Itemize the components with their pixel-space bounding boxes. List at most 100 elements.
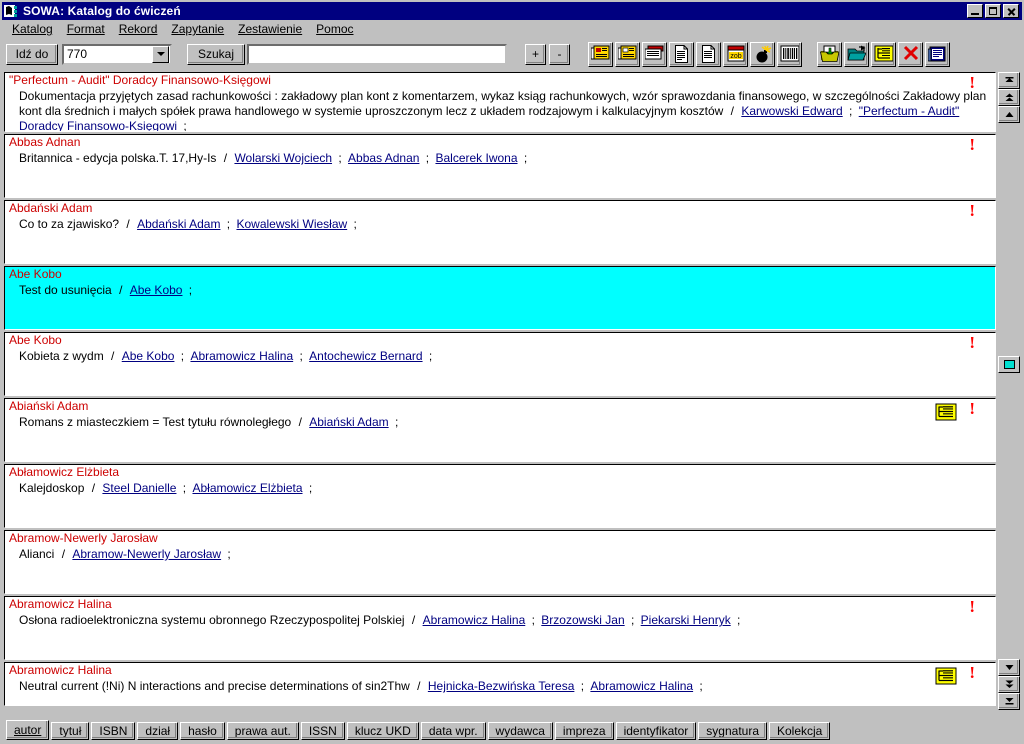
record-author-link[interactable]: Karwowski Edward (741, 104, 842, 118)
record-author-link[interactable]: Brzozowski Jan (541, 613, 624, 627)
record-author-link[interactable]: Abe Kobo (122, 349, 175, 363)
record-tree-list-icon[interactable] (935, 403, 957, 421)
record-author-link[interactable]: Kowalewski Wiesław (236, 217, 347, 231)
record-item[interactable]: Abramowicz Halina Osłona radioelektronicz… (4, 596, 996, 660)
record-alert-icon: ! (969, 201, 975, 220)
maximize-button[interactable] (985, 4, 1001, 18)
goto-button[interactable]: Idź do (6, 43, 58, 65)
record-author-link[interactable]: Steel Danielle (102, 481, 176, 495)
record-item[interactable]: Abdański Adam Co to za zjawisko? / Abdańs… (4, 200, 996, 264)
tab-has-o[interactable]: hasło (180, 722, 225, 740)
tab-isbn[interactable]: ISBN (91, 722, 136, 740)
search-input[interactable] (247, 43, 507, 65)
record-item[interactable]: Abramowicz Halina Neutral current (!Ni) N… (4, 662, 996, 706)
menu-item-format[interactable]: Format (61, 21, 113, 37)
record-body: Osłona radioelektroniczna systemu obronn… (5, 611, 995, 628)
record-author-link[interactable]: Wolarski Wojciech (234, 151, 332, 165)
record-item[interactable]: Abe Kobo Test do usunięcia / Abe Kobo ; (4, 266, 996, 330)
scroll-top-icon[interactable] (998, 72, 1020, 89)
tab-wydawca[interactable]: wydawca (487, 722, 553, 740)
record-tree-list-icon[interactable] (935, 667, 957, 685)
record-author-link[interactable]: Antochewicz Bernard (309, 349, 422, 363)
close-button[interactable] (1003, 4, 1019, 18)
record-author-link[interactable]: Abramow-Newerly Jarosław (72, 547, 221, 561)
increase-button[interactable]: + (525, 43, 546, 65)
record-item[interactable]: Abiański Adam Romans z miasteczkiem = Tes… (4, 398, 996, 462)
minimize-button[interactable] (967, 4, 983, 18)
goto-combo[interactable]: 770 (62, 43, 172, 65)
tree-list-icon[interactable] (871, 41, 896, 67)
delete-red-x-icon[interactable] (898, 41, 923, 67)
record-item[interactable]: Abłamowicz Elżbieta Kalejdoskop / Steel D… (4, 464, 996, 528)
tab-kolekcja[interactable]: Kolekcja (769, 722, 831, 740)
tab-data-wpr-[interactable]: data wpr. (420, 722, 486, 740)
scroll-down-icon[interactable] (998, 659, 1020, 676)
document-lines-icon[interactable] (696, 41, 721, 67)
record-author-link[interactable]: Piekarski Henryk (641, 613, 731, 627)
author-separator: ; (305, 481, 313, 495)
zob-reference-icon[interactable]: zob (723, 41, 748, 67)
tab-issn[interactable]: ISSN (300, 722, 345, 740)
books-icon[interactable] (925, 41, 950, 67)
menu-item-rekord[interactable]: Rekord (113, 21, 166, 37)
menu-item-pomoc[interactable]: Pomoc (310, 21, 361, 37)
tab-dzia-[interactable]: dział (137, 722, 179, 740)
record-author-link[interactable]: Balcerek Iwona (435, 151, 517, 165)
record-author-link[interactable]: Abiański Adam (309, 415, 388, 429)
author-separator: ; (179, 481, 190, 495)
open-folder-icon[interactable] (844, 41, 869, 67)
author-separator: ; (696, 679, 703, 693)
record-author-link[interactable]: Abramowicz Halina (423, 613, 526, 627)
record-item[interactable]: Abe Kobo Kobieta z wydm / Abe Kobo ; Abra… (4, 332, 996, 396)
menu-item-zestawienie[interactable]: Zestawienie (232, 21, 310, 37)
tab-klucz-ukd[interactable]: klucz UKD (346, 722, 419, 740)
menu-item-zapytanie-label: Zapytanie (171, 22, 225, 36)
import-record-icon[interactable] (817, 41, 842, 67)
catalog-cards-yellow-icon[interactable] (615, 41, 640, 67)
menu-item-zestawienie-label: Zestawienie (238, 22, 303, 36)
vertical-scrollbar[interactable] (998, 72, 1020, 710)
tab-autor[interactable]: autor (6, 720, 50, 740)
record-author-link[interactable]: Abłamowicz Elżbieta (192, 481, 302, 495)
barcode-icon[interactable] (777, 41, 802, 67)
tab-impreza[interactable]: impreza (554, 722, 614, 740)
record-author-link[interactable]: Abbas Adnan (348, 151, 419, 165)
author-separator: ; (528, 613, 539, 627)
record-item[interactable]: Abbas Adnan Britannica - edycja polska.T.… (4, 134, 996, 198)
tab-identyfikator[interactable]: identyfikator (615, 722, 697, 740)
tab-label: tytuł (59, 724, 82, 738)
scroll-page-up-icon[interactable] (998, 89, 1020, 106)
record-item[interactable]: "Perfectum - Audit" Doradcy Finansowo-Ks… (4, 72, 996, 132)
tab-tytu-[interactable]: tytuł (51, 722, 90, 740)
application-window: SOWA: Katalog do ćwiczeń Katalog Format … (0, 0, 1024, 744)
record-separator: / (413, 679, 424, 693)
tab-sygnatura[interactable]: sygnatura (698, 722, 767, 740)
record-body: Co to za zjawisko? / Abdański Adam ; Kow… (5, 215, 995, 232)
tab-prawa-aut-[interactable]: prawa aut. (226, 722, 299, 740)
record-author-link[interactable]: Abdański Adam (137, 217, 220, 231)
tab-label: ISBN (99, 724, 128, 738)
scroll-page-down-icon[interactable] (998, 676, 1020, 693)
record-author-link[interactable]: Hejnicka-Bezwińska Teresa (428, 679, 575, 693)
catalog-cards-red-icon[interactable] (588, 41, 613, 67)
tab-label: data wpr. (428, 724, 478, 738)
record-author-link[interactable]: Abe Kobo (130, 283, 183, 297)
document-icon[interactable] (669, 41, 694, 67)
menu-item-katalog[interactable]: Katalog (6, 21, 61, 37)
bomb-icon[interactable] (750, 41, 775, 67)
chevron-down-icon[interactable] (152, 45, 169, 63)
record-author-link[interactable]: Abramowicz Halina (190, 349, 293, 363)
scrollbar-thumb[interactable] (998, 356, 1020, 374)
records-list[interactable]: "Perfectum - Audit" Doradcy Finansowo-Ks… (4, 72, 996, 710)
record-author-link[interactable]: Abramowicz Halina (590, 679, 693, 693)
menu-item-zapytanie[interactable]: Zapytanie (165, 21, 232, 37)
catalog-cards-grey-icon[interactable] (642, 41, 667, 67)
decrease-button[interactable]: - (549, 43, 570, 65)
tab-label: prawa aut. (234, 724, 291, 738)
tab-label: sygnatura (706, 724, 759, 738)
record-item[interactable]: Abramow-Newerly Jarosław Alianci / Abramo… (4, 530, 996, 594)
search-button[interactable]: Szukaj (187, 43, 245, 65)
record-separator: / (88, 481, 99, 495)
scroll-up-icon[interactable] (998, 106, 1020, 123)
scroll-bottom-icon[interactable] (998, 693, 1020, 710)
